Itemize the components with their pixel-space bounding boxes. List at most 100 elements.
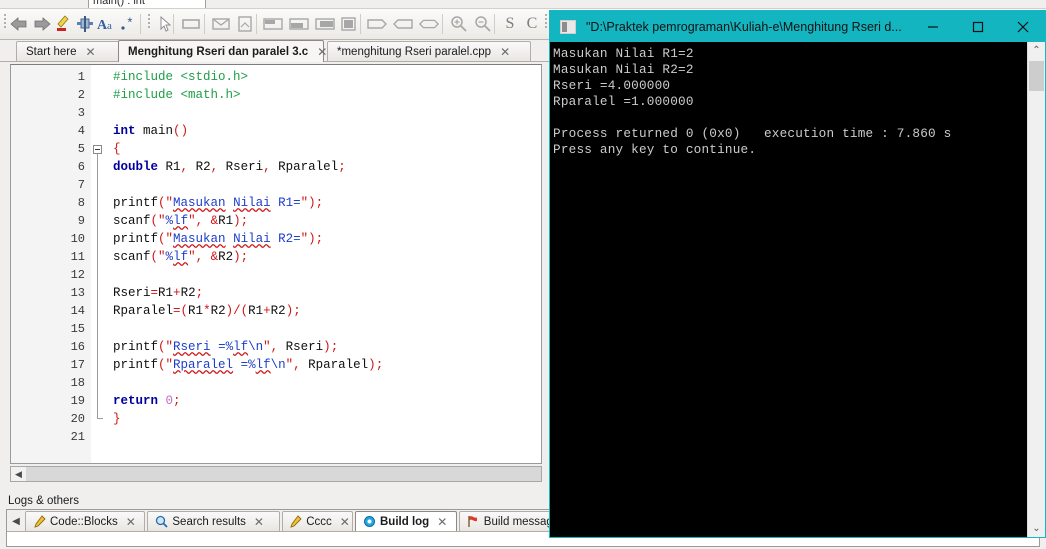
svg-text:*: *: [126, 16, 134, 31]
toolbar-separator: [140, 14, 141, 34]
code-line: printf("Masukan Nilai R2=");: [113, 232, 324, 246]
console-output[interactable]: Masukan Nilai R1=2 Masukan Nilai R2=2 Rser…: [550, 42, 1045, 537]
line-number: 4: [77, 124, 85, 138]
line-number: 21: [70, 430, 85, 444]
line-number: 2: [77, 88, 85, 102]
maximize-button[interactable]: [955, 11, 1000, 42]
code-line: printf("Rparalel =%lf\n", Rparalel);: [113, 358, 384, 372]
code-line: printf("Masukan Nilai R1=");: [113, 196, 324, 210]
close-icon[interactable]: ✕: [340, 515, 350, 529]
code-line: int main(): [113, 124, 189, 138]
bookmark-icon[interactable]: [74, 13, 96, 35]
close-icon[interactable]: ✕: [126, 515, 136, 529]
logs-panel-title: Logs & others: [8, 495, 79, 507]
minimize-button[interactable]: [910, 11, 955, 42]
scroll-down-icon[interactable]: ⌄: [1028, 520, 1045, 537]
logs-tab-search-results[interactable]: Search results ✕: [147, 511, 281, 531]
font-icon[interactable]: A a: [96, 13, 118, 35]
code-line: #include <math.h>: [113, 88, 241, 102]
code-text-area[interactable]: #include <stdio.h> #include <math.h> int m…: [105, 65, 541, 463]
scroll-up-icon[interactable]: ⌃: [1028, 42, 1045, 59]
line-number: 13: [70, 286, 85, 300]
align-top-icon[interactable]: [262, 13, 284, 35]
logs-tab-label: Cccc: [306, 515, 332, 528]
box-left-icon[interactable]: [392, 13, 414, 35]
nav-back-icon[interactable]: [8, 13, 30, 35]
fill-icon[interactable]: [338, 13, 360, 35]
logs-tab-code-blocks[interactable]: Code::Blocks ✕: [25, 511, 146, 531]
line-number: 14: [70, 304, 85, 318]
console-scrollbar[interactable]: ⌃ ⌄: [1027, 42, 1045, 537]
toolbar-grip-2[interactable]: [146, 12, 152, 36]
highlight-icon[interactable]: [52, 13, 74, 35]
scroll-track[interactable]: [26, 467, 541, 481]
close-icon[interactable]: ✕: [317, 45, 327, 59]
console-app-icon: [560, 19, 576, 34]
tab-menghitung-rseri-paralel-cpp[interactable]: *menghitung Rseri paralel.cpp ✕: [327, 41, 531, 62]
box-right-icon[interactable]: [366, 13, 388, 35]
scrollbar-thumb[interactable]: [1029, 61, 1044, 91]
align-left-icon[interactable]: [288, 13, 310, 35]
zoom-in-icon[interactable]: [448, 13, 470, 35]
line-number-gutter: 1 2 3 4 5 6 7 8 9 10 11 12 13 14 15 16 17 18 19 20 21: [11, 65, 92, 463]
rect-icon[interactable]: [180, 13, 202, 35]
line-number: 1: [77, 70, 85, 84]
selection-c-icon[interactable]: C: [522, 13, 542, 35]
magnifier-icon: [154, 515, 168, 529]
line-number: 20: [70, 412, 85, 426]
scroll-left-icon[interactable]: ◀: [11, 467, 26, 481]
line-number: 15: [70, 322, 85, 336]
nav-forward-icon[interactable]: [31, 13, 53, 35]
close-icon[interactable]: ✕: [437, 515, 447, 529]
svg-text:a: a: [107, 20, 112, 32]
tab-label: Menghitung Rseri dan paralel 3.c: [128, 45, 309, 58]
code-line: {: [113, 142, 121, 156]
fold-toggle-icon[interactable]: [93, 145, 102, 154]
line-number: 11: [70, 250, 85, 264]
toolbar-separator-6: [442, 14, 443, 34]
code-line: return 0;: [113, 394, 181, 408]
line-number: 6: [77, 160, 85, 174]
box-both-icon[interactable]: [418, 13, 440, 35]
code-line: Rparalel=(R1*R2)/(R1+R2);: [113, 304, 301, 318]
fold-margin[interactable]: [91, 65, 105, 463]
toolbar-separator-5: [360, 14, 361, 34]
zoom-out-icon[interactable]: [472, 13, 494, 35]
codeblocks-ide-window: main() : int A a * S C Start here ✕ Meng…: [0, 0, 1046, 549]
line-number: 18: [70, 376, 85, 390]
envelope-icon[interactable]: [210, 13, 232, 35]
logs-tab-label: Search results: [172, 515, 246, 528]
note-icon[interactable]: [234, 13, 256, 35]
console-window[interactable]: "D:\Praktek pemrograman\Kuliah-e\Menghit…: [549, 10, 1046, 538]
fold-guide-end: [97, 418, 103, 419]
logs-tab-scroll-left-icon[interactable]: ◀: [9, 513, 23, 529]
line-number: 7: [77, 178, 85, 192]
regex-icon[interactable]: *: [118, 13, 140, 35]
tab-label: Start here: [26, 46, 77, 58]
console-line: Masukan Nilai R1=2: [553, 46, 694, 61]
logs-tab-build-log[interactable]: Build log ✕: [355, 511, 457, 531]
code-line: double R1, R2, Rseri, Rparalel;: [113, 160, 346, 174]
pencil-icon: [289, 515, 302, 529]
code-line: printf("Rseri =%lf\n", Rseri);: [113, 340, 339, 354]
logs-tab-label: Build log: [380, 515, 430, 528]
close-icon[interactable]: ✕: [500, 45, 510, 59]
close-button[interactable]: [1000, 11, 1045, 42]
close-icon[interactable]: ✕: [86, 45, 96, 59]
close-icon[interactable]: ✕: [254, 515, 264, 529]
line-number: 12: [70, 268, 85, 282]
tab-menghitung-rseri-dan-paralel-3-c[interactable]: Menghitung Rseri dan paralel 3.c ✕: [118, 40, 327, 62]
logs-tab-cccc[interactable]: Cccc ✕: [282, 511, 353, 531]
source-editor[interactable]: 1 2 3 4 5 6 7 8 9 10 11 12 13 14 15 16 17 18 19 20 21 #inclu…: [10, 64, 542, 464]
line-number: 5: [77, 142, 85, 156]
console-titlebar[interactable]: "D:\Praktek pemrograman\Kuliah-e\Menghit…: [550, 11, 1045, 42]
tab-start-here[interactable]: Start here ✕: [16, 41, 120, 62]
line-number: 9: [77, 214, 85, 228]
console-line: Process returned 0 (0x0) execution time …: [553, 126, 952, 141]
line-number: 19: [70, 394, 85, 408]
align-right-icon[interactable]: [314, 13, 336, 35]
selection-s-icon[interactable]: S: [500, 13, 520, 35]
editor-horizontal-scrollbar[interactable]: ◀: [10, 466, 542, 482]
toolbar-separator-2: [173, 14, 174, 34]
line-number: 3: [77, 106, 85, 120]
